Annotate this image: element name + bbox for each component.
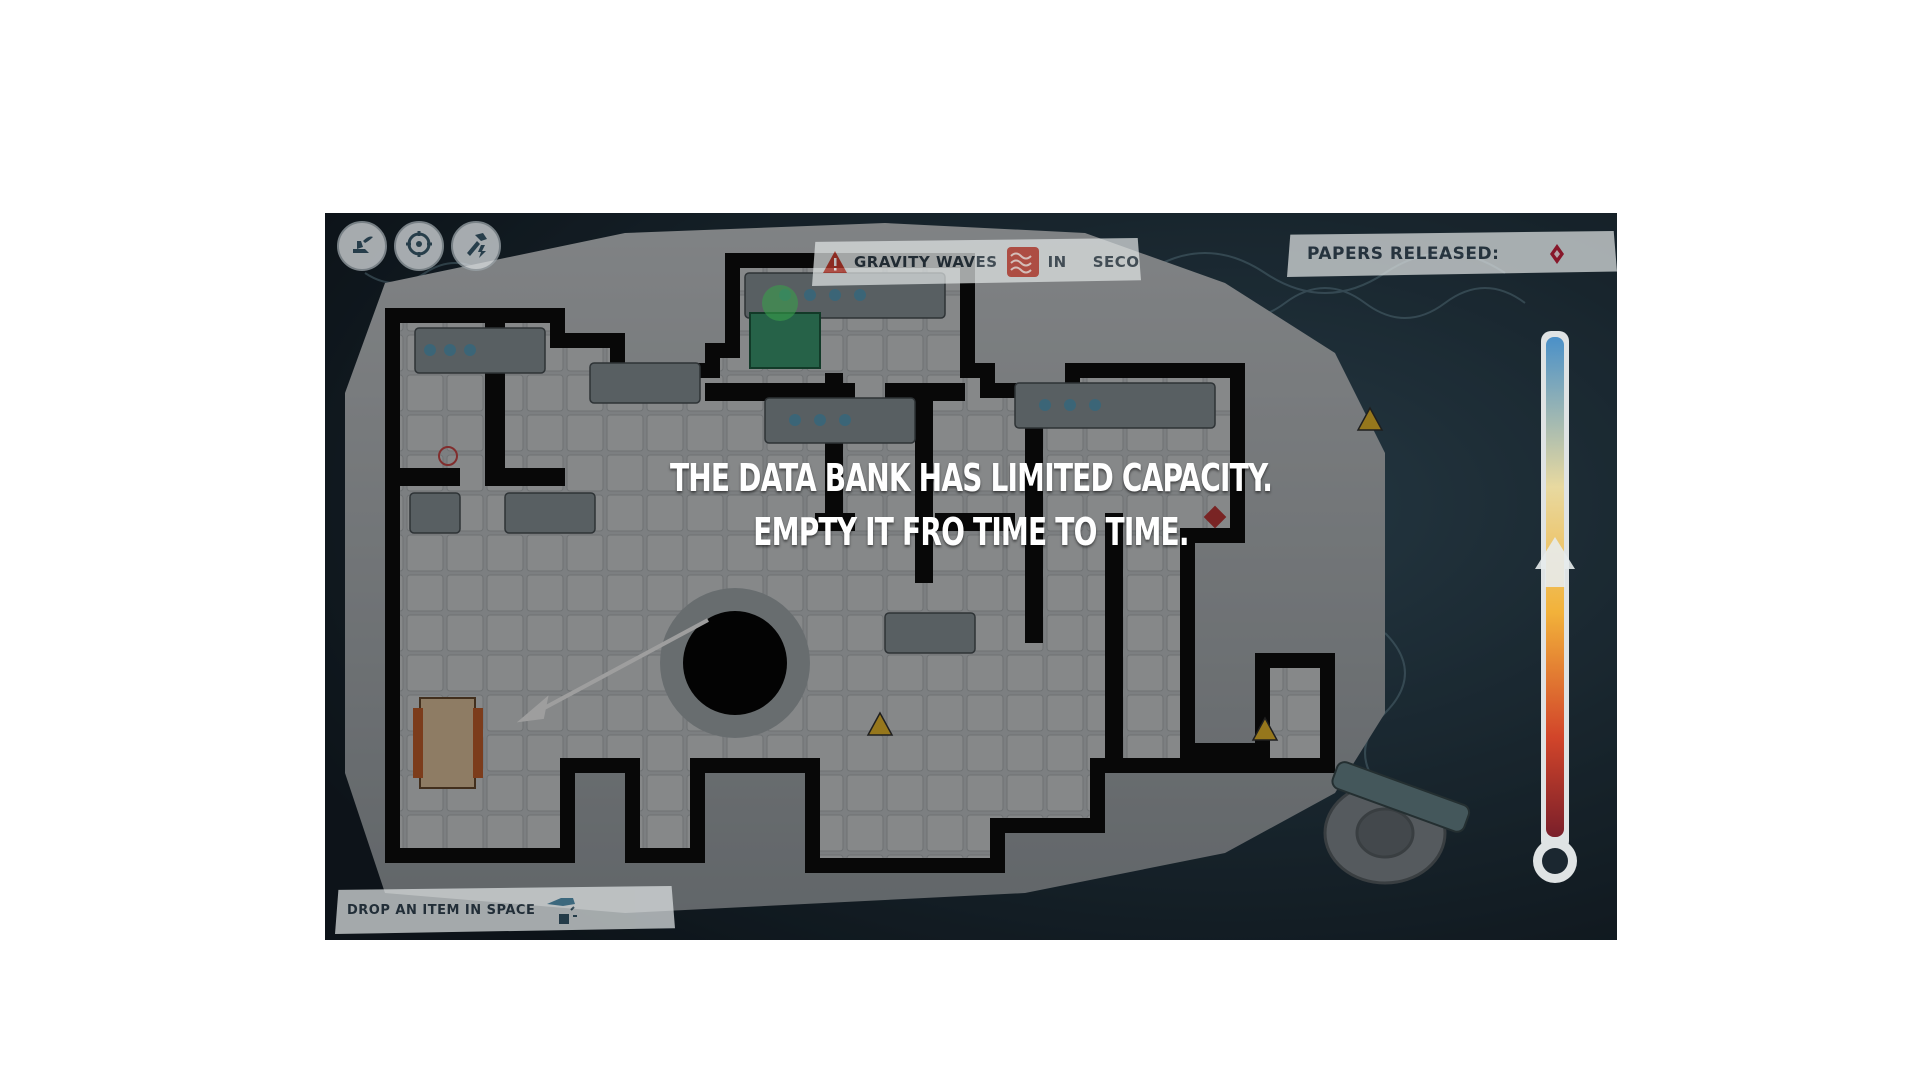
red-diamond-icon [1549, 243, 1565, 265]
tutorial-text-line-1: THE DATA BANK HAS LIMITED CAPACITY. [669, 456, 1273, 500]
winged-boot-icon [347, 229, 377, 263]
target-gear-icon [404, 229, 434, 263]
hud-button-target[interactable] [394, 221, 444, 271]
gravity-waves-label: GRAVITY WAVES [854, 253, 998, 271]
hand-drop-icon [545, 892, 579, 928]
drop-item-banner[interactable]: DROP AN ITEM IN SPACE [335, 886, 675, 934]
tutorial-text-line-2: EMPTY IT FRO TIME TO TIME. [753, 510, 1189, 554]
papers-released-label: PAPERS RELEASED: [1307, 244, 1500, 264]
warning-icon [822, 250, 848, 274]
hud-button-speed[interactable] [337, 221, 387, 271]
gravity-wave-icon [1006, 246, 1040, 278]
hammer-lightning-icon [461, 229, 491, 263]
hud-button-repair[interactable] [451, 221, 501, 271]
data-bank [413, 697, 483, 789]
gravity-waves-banner: GRAVITY WAVES IN SECONDS [812, 238, 1141, 286]
game-viewport[interactable]: GRAVITY WAVES IN SECONDS PAPERS RELEASED… [325, 213, 1617, 940]
spaceship-map [325, 213, 1617, 940]
papers-released-banner: PAPERS RELEASED: [1287, 231, 1617, 277]
gravity-in-label: IN [1047, 253, 1067, 271]
drop-item-label: DROP AN ITEM IN SPACE [347, 902, 536, 918]
pressure-gauge [1533, 331, 1577, 891]
